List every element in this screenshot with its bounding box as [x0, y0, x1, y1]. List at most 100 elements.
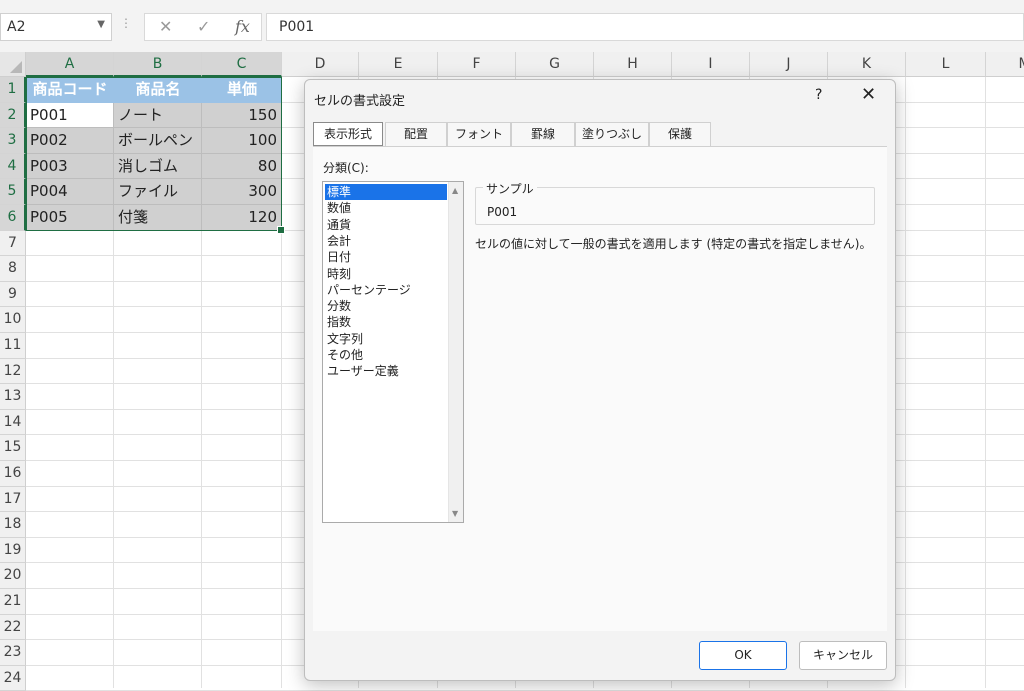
column-header[interactable]: C [202, 52, 282, 77]
table-cell[interactable]: P005 [26, 205, 114, 231]
tab-protection[interactable]: 保護 [649, 122, 711, 146]
category-item[interactable]: 分数 [325, 298, 447, 314]
number-panel: 分類(C): ▲ ▼ 標準 数値 通貨 会計 日付 時刻 パーセンテージ 分数 指数 文字列 その他… [313, 146, 887, 631]
formula-input[interactable]: P001 [266, 13, 1024, 41]
chevron-down-icon[interactable]: ▼ [97, 19, 105, 30]
table-cell[interactable]: P004 [26, 179, 114, 205]
row-header[interactable]: 4 [0, 153, 26, 180]
row-header[interactable]: 24 [0, 665, 26, 691]
column-header[interactable]: J [750, 52, 828, 77]
table-cell[interactable]: ファイル [114, 179, 202, 205]
category-list[interactable]: ▲ ▼ 標準 数値 通貨 会計 日付 時刻 パーセンテージ 分数 指数 文字列 その他 ユーザー定義 [322, 181, 464, 523]
row-header[interactable]: 19 [0, 537, 26, 564]
category-item[interactable]: 時刻 [325, 266, 447, 282]
category-item[interactable]: 指数 [325, 314, 447, 330]
category-item[interactable]: 文字列 [325, 331, 447, 347]
row-header[interactable]: 23 [0, 640, 26, 666]
row-header[interactable]: 7 [0, 230, 26, 257]
format-description: セルの値に対して一般の書式を適用します (特定の書式を指定しません)。 [475, 237, 872, 251]
close-icon[interactable]: ✕ [861, 84, 876, 105]
format-cells-dialog: セルの書式設定 ? ✕ 表示形式 配置 フォント 罫線 塗りつぶし 保護 分類(… [304, 79, 896, 681]
tab-number[interactable]: 表示形式 [313, 122, 383, 146]
tab-font[interactable]: フォント [447, 122, 511, 146]
row-header[interactable]: 6 [0, 205, 26, 231]
row-header[interactable]: 9 [0, 281, 26, 308]
column-header[interactable]: H [594, 52, 672, 77]
name-box[interactable]: A2 ▼ [0, 13, 112, 41]
formula-bar: A2 ▼ ⋮ ✕ ✓ fx P001 [0, 0, 1024, 52]
category-item[interactable]: ユーザー定義 [325, 363, 447, 379]
row-header[interactable]: 10 [0, 307, 26, 333]
column-header[interactable]: A [26, 52, 114, 77]
tab-border[interactable]: 罫線 [511, 122, 575, 146]
row-header[interactable]: 14 [0, 409, 26, 436]
row-header[interactable]: 15 [0, 435, 26, 461]
scroll-up-icon[interactable]: ▲ [452, 186, 458, 195]
category-item[interactable]: 通貨 [325, 217, 447, 233]
table-cell[interactable]: 300 [202, 179, 282, 205]
table-cell[interactable]: 付箋 [114, 205, 202, 231]
row-header[interactable]: 17 [0, 486, 26, 513]
row-header[interactable]: 22 [0, 614, 26, 641]
list-scrollbar[interactable]: ▲ ▼ [448, 182, 463, 522]
column-header[interactable]: D [282, 52, 359, 77]
table-cell[interactable]: P003 [26, 153, 114, 180]
table-cell[interactable]: 消しゴム [114, 153, 202, 180]
row-header[interactable]: 12 [0, 358, 26, 385]
row-header[interactable]: 20 [0, 563, 26, 589]
category-item[interactable]: 標準 [325, 184, 447, 200]
sample-label: サンプル [483, 180, 537, 197]
row-header[interactable]: 3 [0, 128, 26, 154]
table-cell[interactable]: 100 [202, 128, 282, 154]
column-header[interactable]: B [114, 52, 202, 77]
table-cell[interactable]: P001 [26, 102, 114, 129]
row-header[interactable]: 13 [0, 384, 26, 410]
table-header-cell[interactable]: 商品名 [114, 77, 202, 103]
category-label: 分類(C): [323, 161, 369, 175]
category-item[interactable]: その他 [325, 347, 447, 363]
row-header[interactable]: 1 [0, 77, 26, 103]
row-header[interactable]: 11 [0, 333, 26, 359]
column-header[interactable]: E [359, 52, 438, 77]
select-all-corner[interactable] [0, 52, 26, 77]
ok-button[interactable]: OK [699, 641, 787, 670]
row-header[interactable]: 5 [0, 179, 26, 205]
table-header-cell[interactable]: 単価 [202, 77, 282, 103]
category-item[interactable]: 会計 [325, 233, 447, 249]
row-header[interactable]: 2 [0, 102, 26, 129]
sample-value: P001 [487, 205, 518, 219]
table-cell[interactable]: ノート [114, 102, 202, 129]
function-icon[interactable]: fx [235, 17, 250, 36]
tab-fill[interactable]: 塗りつぶし [575, 122, 649, 146]
table-cell[interactable]: ボールペン [114, 128, 202, 154]
dialog-title: セルの書式設定 [314, 94, 406, 109]
formula-text: P001 [279, 19, 315, 35]
table-cell[interactable]: 120 [202, 205, 282, 231]
category-item[interactable]: パーセンテージ [325, 282, 447, 298]
tab-alignment[interactable]: 配置 [385, 122, 447, 146]
column-header[interactable]: F [438, 52, 516, 77]
formula-buttons: ✕ ✓ fx [144, 13, 262, 41]
row-header[interactable]: 18 [0, 512, 26, 538]
row-header[interactable]: 16 [0, 461, 26, 487]
scroll-down-icon[interactable]: ▼ [452, 509, 458, 518]
table-cell[interactable]: P002 [26, 128, 114, 154]
more-options-icon[interactable]: ⋮ [120, 16, 132, 30]
check-icon[interactable]: ✓ [197, 17, 210, 36]
column-header[interactable]: M [986, 52, 1024, 77]
row-header[interactable]: 21 [0, 589, 26, 615]
name-box-value: A2 [7, 19, 26, 35]
table-cell[interactable]: 80 [202, 153, 282, 180]
cancel-icon[interactable]: ✕ [159, 17, 172, 36]
column-header[interactable]: G [516, 52, 594, 77]
row-header[interactable]: 8 [0, 256, 26, 282]
table-header-cell[interactable]: 商品コード [26, 77, 114, 103]
column-header[interactable]: K [828, 52, 906, 77]
column-header[interactable]: I [672, 52, 750, 77]
category-item[interactable]: 数値 [325, 200, 447, 216]
column-header[interactable]: L [906, 52, 986, 77]
cancel-button[interactable]: キャンセル [799, 641, 887, 670]
table-cell[interactable]: 150 [202, 102, 282, 129]
help-icon[interactable]: ? [815, 87, 822, 103]
category-item[interactable]: 日付 [325, 249, 447, 265]
